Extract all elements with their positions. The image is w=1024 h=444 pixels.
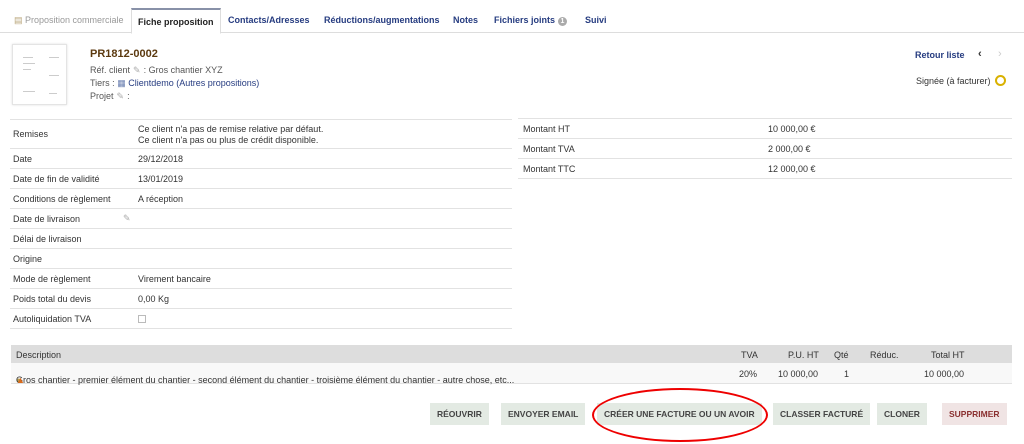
autoliquidation-checkbox[interactable]: [138, 314, 146, 323]
other-proposals-link[interactable]: (Autres propositions): [176, 78, 259, 88]
client-link[interactable]: Clientdemo: [128, 78, 174, 88]
amount-ttc: Montant TTC 12 000,00 €: [518, 159, 1012, 179]
warning-icon: ▲: [16, 375, 25, 385]
tab-notes[interactable]: Notes: [453, 8, 478, 33]
files-count-badge: 1: [557, 17, 568, 26]
proposal-fields: Remises Ce client n'a pas de remise relat…: [10, 119, 512, 329]
table-row[interactable]: ● Gros chantier - premier élément du cha…: [11, 363, 1012, 385]
tab-proposition-commerciale[interactable]: ▤ Proposition commerciale: [14, 8, 124, 33]
tab-fiche-proposition[interactable]: Fiche proposition: [131, 8, 221, 34]
amount-tva: Montant TVA 2 000,00 €: [518, 139, 1012, 159]
field-date: Date 29/12/2018: [10, 149, 512, 169]
classify-billed-button[interactable]: CLASSER FACTURÉ: [773, 403, 871, 425]
edit-pencil-icon[interactable]: ✎: [133, 65, 141, 75]
previous-icon[interactable]: ‹: [978, 48, 982, 60]
field-autoliquidation: Autoliquidation TVA: [10, 309, 512, 329]
back-to-list-link[interactable]: Retour liste: [915, 50, 965, 60]
tab-contacts[interactable]: Contacts/Adresses: [228, 8, 310, 33]
lines-table: Description TVA P.U. HT Qté Réduc. Total…: [11, 345, 1012, 385]
document-icon: ▤: [14, 15, 26, 25]
reopen-button[interactable]: RÉOUVRIR: [430, 403, 489, 425]
tab-bar: ▤ Proposition commerciale Fiche proposit…: [0, 0, 1024, 34]
document-thumbnail[interactable]: [12, 44, 67, 105]
lines-header: Description TVA P.U. HT Qté Réduc. Total…: [11, 345, 1012, 363]
field-origin: Origine: [10, 249, 512, 269]
tab-fichiers-joints[interactable]: Fichiers joints 1: [494, 8, 568, 33]
status-circle-icon: [995, 75, 1006, 86]
delete-button[interactable]: SUPPRIMER: [942, 403, 1007, 425]
field-weight: Poids total du devis 0,00 Kg: [10, 289, 512, 309]
edit-pencil-icon[interactable]: ✎: [117, 91, 125, 101]
field-remises: Remises Ce client n'a pas de remise relat…: [10, 120, 512, 149]
tab-reductions[interactable]: Réductions/augmentations: [324, 8, 440, 33]
clone-button[interactable]: CLONER: [877, 403, 927, 425]
field-delivery-date: Date de livraison ✎: [10, 209, 512, 229]
edit-pencil-icon[interactable]: ✎: [123, 213, 131, 224]
field-delivery-delay: Délai de livraison: [10, 229, 512, 249]
send-email-button[interactable]: ENVOYER EMAIL: [501, 403, 586, 425]
amount-ht: Montant HT 10 000,00 €: [518, 119, 1012, 139]
field-payment-terms: Conditions de règlement A réception: [10, 189, 512, 209]
amounts-table: Montant HT 10 000,00 € Montant TVA 2 000,0…: [518, 118, 1012, 179]
company-icon: ▦: [117, 78, 126, 88]
proposal-ref: PR1812-0002: [90, 48, 158, 60]
field-payment-mode: Mode de règlement Virement bancaire: [10, 269, 512, 289]
highlight-annotation: [592, 388, 768, 442]
next-icon[interactable]: ›: [998, 48, 1002, 60]
tab-suivi[interactable]: Suivi: [585, 8, 607, 33]
status-label: Signée (à facturer): [916, 76, 991, 86]
field-validity-date: Date de fin de validité 13/01/2019: [10, 169, 512, 189]
